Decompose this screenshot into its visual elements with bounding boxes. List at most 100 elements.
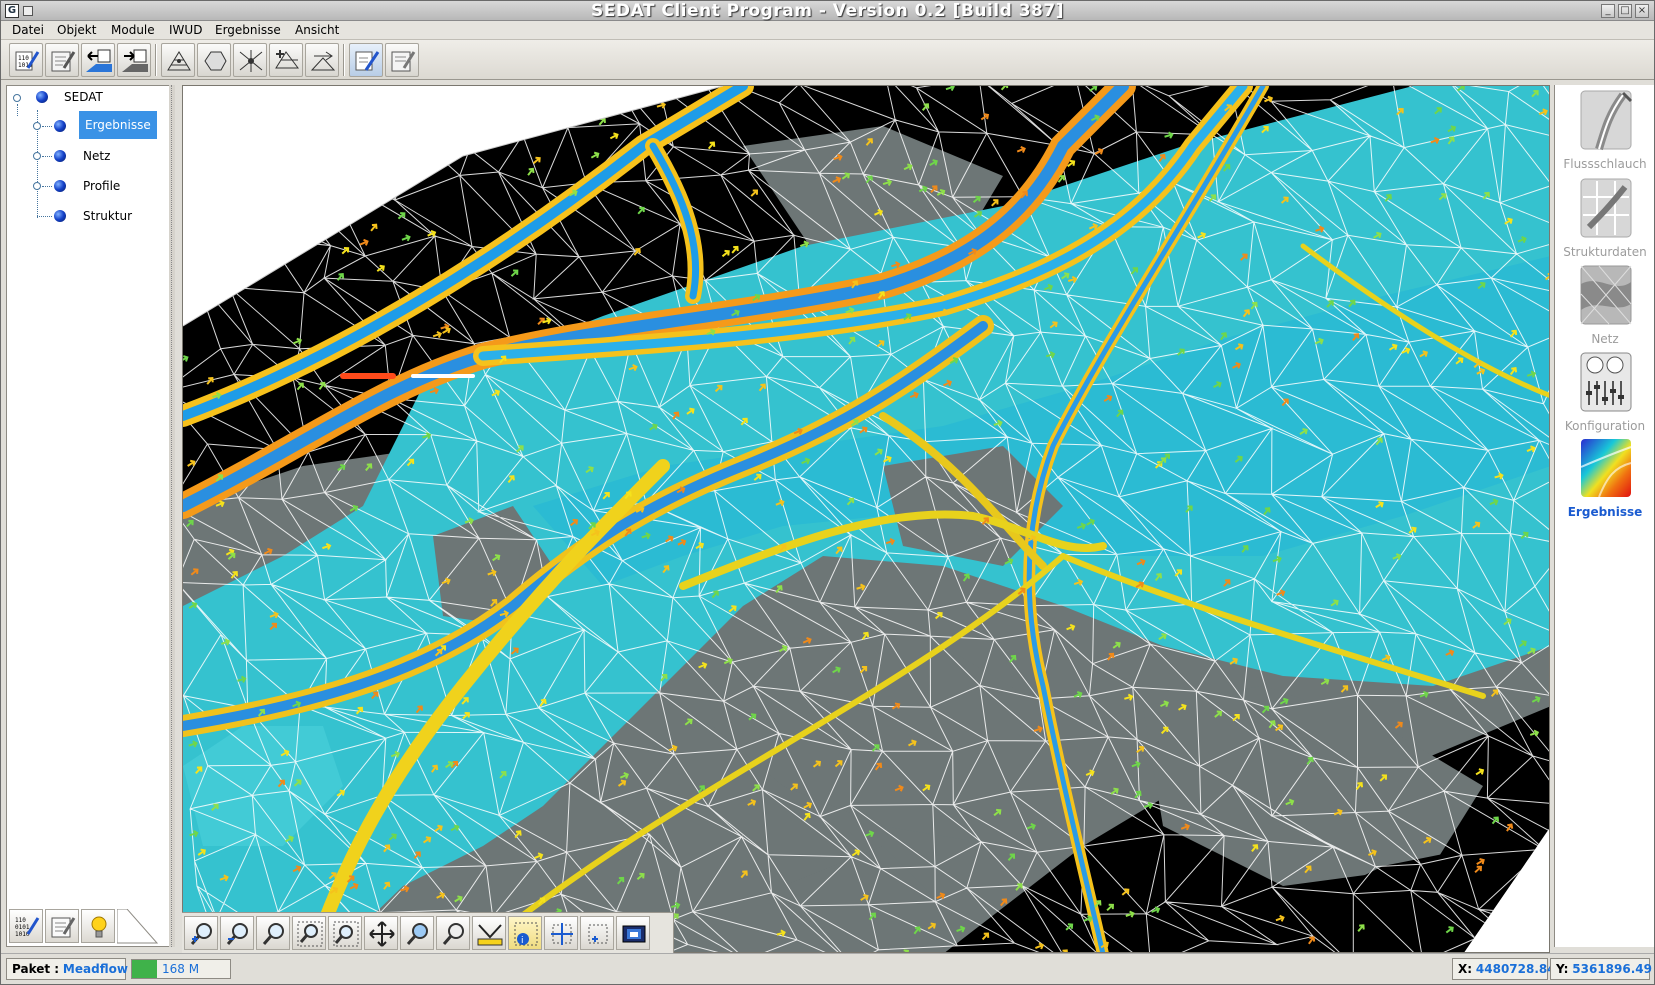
tree-root-sedat[interactable]: SEDAT (60, 88, 107, 106)
binary-data-tab[interactable]: 110 0101 1010 (9, 909, 43, 943)
zoom-magnify-button[interactable] (400, 916, 434, 950)
status-bar: Paket : Meadflow 168 M X: 4480728.84 Y: … (1, 953, 1654, 984)
minimize-button[interactable]: _ (1601, 4, 1615, 18)
notepad-tab[interactable] (45, 909, 79, 943)
svg-text:0101: 0101 (15, 924, 30, 931)
screenshot-button[interactable] (616, 916, 650, 950)
toolbar-separator (343, 44, 345, 76)
tab-end-decoration (117, 909, 159, 944)
zoom-out-icon (226, 923, 248, 945)
notepad-icon (51, 917, 76, 938)
mesh-result-map[interactable] (183, 86, 1550, 953)
select-point-icon (551, 923, 573, 945)
menu-module[interactable]: Module (109, 21, 157, 40)
y-value: 5361896.49 (1572, 962, 1652, 976)
menu-iwud[interactable]: IWUD (167, 21, 204, 40)
river-channel-icon (1580, 90, 1633, 151)
memory-indicator[interactable]: 168 M (131, 959, 231, 979)
tree-node-netz[interactable]: Netz (79, 147, 114, 165)
select-point-button[interactable] (544, 916, 578, 950)
svg-text:110: 110 (18, 55, 29, 62)
menu-ergebnisse[interactable]: Ergebnisse (213, 21, 283, 40)
export-button[interactable] (117, 43, 151, 77)
menu-objekt[interactable]: Objekt (55, 21, 98, 40)
module-label: Flussschlauch (1563, 157, 1647, 171)
info-select-button[interactable]: i (508, 916, 542, 950)
package-value: Meadflow (62, 962, 128, 976)
splitter-grip (171, 85, 173, 947)
tree-expand-handle[interactable] (33, 122, 41, 130)
edit-active-button[interactable] (349, 43, 383, 77)
hint-tab[interactable] (81, 909, 115, 943)
mesh-tool-4-button[interactable] (269, 43, 303, 77)
import-arrow-icon (86, 49, 112, 72)
zoom-icon (262, 923, 284, 945)
mesh-tool-5-icon (310, 51, 336, 71)
lightbulb-icon (91, 916, 107, 938)
add-point-button[interactable] (580, 916, 614, 950)
tree-node-icon (54, 180, 66, 192)
maximize-button[interactable]: □ (1618, 4, 1632, 18)
zoom-in-icon (190, 923, 212, 945)
zoom-button[interactable] (256, 916, 290, 950)
results-icon (1580, 439, 1632, 498)
notes-icon (391, 51, 416, 72)
menu-ansicht[interactable]: Ansicht (293, 21, 341, 40)
tree-expand-handle[interactable] (33, 152, 41, 160)
import-button[interactable] (81, 43, 115, 77)
module-panel: Flussschlauch Strukturdaten Netz Konfigu… (1554, 85, 1654, 947)
zoom-reset-icon (442, 923, 464, 945)
map-toolbar: i (182, 912, 674, 953)
close-button[interactable]: × (1635, 4, 1649, 18)
mesh-tool-1-button[interactable] (161, 43, 195, 77)
measure-icon (477, 924, 503, 946)
edit-active-icon (355, 51, 380, 71)
notes-button[interactable] (385, 43, 419, 77)
zoom-extent-icon (333, 921, 359, 947)
x-value: 4480728.84 (1475, 962, 1556, 976)
tree-connector-line (42, 156, 52, 157)
tree-node-icon (54, 150, 66, 162)
tree-node-struktur[interactable]: Struktur (79, 207, 136, 225)
tree-connector-line (42, 186, 52, 187)
package-label: Paket : (12, 962, 60, 976)
zoom-extent-button[interactable] (328, 916, 362, 950)
mesh-tool-1-icon (167, 51, 191, 71)
zoom-window-button[interactable] (292, 916, 326, 950)
module-label: Netz (1591, 332, 1619, 346)
memory-value: 168 M (162, 962, 200, 976)
y-label: Y: (1556, 962, 1569, 976)
info-select-icon: i (514, 922, 538, 946)
zoom-reset-button[interactable] (436, 916, 470, 950)
panel-splitter[interactable] (169, 85, 175, 947)
svg-text:i: i (521, 936, 524, 946)
zoom-out-button[interactable] (220, 916, 254, 950)
pan-button[interactable] (364, 916, 398, 950)
tree-node-ergebnisse[interactable]: Ergebnisse (79, 111, 157, 139)
tree-expand-handle[interactable] (13, 94, 21, 102)
mesh-tool-2-button[interactable] (197, 43, 231, 77)
notepad-edit-button[interactable] (45, 43, 79, 77)
measure-button[interactable] (472, 916, 506, 950)
mesh-tool-3-button[interactable] (233, 43, 267, 77)
zoom-magnify-icon (406, 923, 428, 945)
add-point-icon (588, 924, 608, 944)
menu-datei[interactable]: Datei (10, 21, 46, 40)
binary-edit-button[interactable]: 110 1010 (9, 43, 43, 77)
title-bar[interactable]: G SEDAT Client Program - Version 0.2 [Bu… (1, 1, 1654, 21)
application-window: G SEDAT Client Program - Version 0.2 [Bu… (0, 0, 1655, 985)
map-view[interactable] (182, 85, 1550, 953)
x-coordinate: X: 4480728.84 (1452, 958, 1556, 980)
y-coordinate: Y: 5361896.49 (1550, 958, 1652, 980)
mesh-tool-4-icon (275, 50, 299, 69)
zoom-in-button[interactable] (184, 916, 218, 950)
module-label: Konfiguration (1564, 419, 1646, 433)
memory-bar-fill (132, 960, 157, 978)
main-toolbar: 110 1010 (1, 40, 1654, 80)
tree-node-profile[interactable]: Profile (79, 177, 124, 195)
tree-connector-line (37, 216, 52, 217)
tree-expand-handle[interactable] (33, 182, 41, 190)
mesh-tool-5-button[interactable] (305, 43, 339, 77)
package-status: Paket : Meadflow (6, 958, 128, 980)
tree-connector-line (42, 126, 52, 127)
